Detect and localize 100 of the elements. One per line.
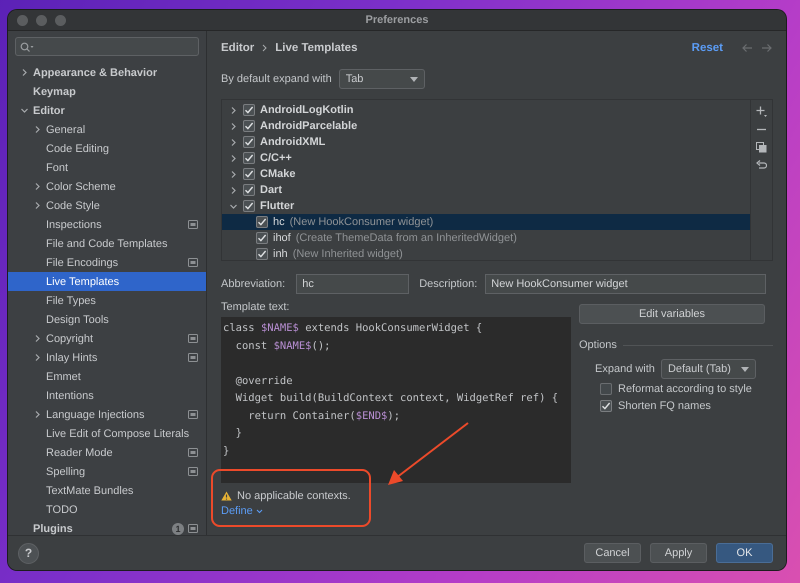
abbreviation-field[interactable]: hc bbox=[296, 274, 410, 294]
window-control-icon bbox=[17, 15, 28, 26]
checkbox[interactable] bbox=[256, 232, 268, 244]
template-abbreviation: inh bbox=[273, 248, 288, 260]
sidebar-item[interactable]: Copyright bbox=[8, 329, 206, 348]
sidebar-item[interactable]: File and Code Templates bbox=[8, 234, 206, 253]
breadcrumb-link[interactable]: Editor bbox=[221, 42, 254, 54]
template-row[interactable]: ihof (Create ThemeData from an InheritedWidget) bbox=[222, 230, 750, 246]
sidebar-item[interactable]: Keymap bbox=[8, 82, 206, 101]
chevron-right-icon bbox=[33, 410, 42, 419]
chevron-right-icon bbox=[33, 182, 42, 191]
sidebar-item[interactable]: Appearance & Behavior bbox=[8, 63, 206, 82]
checkbox[interactable] bbox=[256, 216, 268, 228]
template-group-name: CMake bbox=[260, 168, 296, 180]
sidebar-item[interactable]: Live Templates bbox=[8, 272, 206, 291]
sidebar-item[interactable]: Color Scheme bbox=[8, 177, 206, 196]
reset-link[interactable]: Reset bbox=[692, 42, 723, 54]
template-group-row[interactable]: AndroidParcelable bbox=[222, 118, 750, 134]
sidebar-item[interactable]: Code Editing bbox=[8, 139, 206, 158]
description-field[interactable]: New HookConsumer widget bbox=[485, 274, 766, 294]
window-control-icon bbox=[55, 15, 66, 26]
warning-message: No applicable contexts. bbox=[237, 490, 351, 502]
sidebar-item[interactable]: File Types bbox=[8, 291, 206, 310]
window-title: Preferences bbox=[366, 14, 428, 26]
field-label: Description: bbox=[419, 278, 478, 290]
dropdown-arrow-icon bbox=[740, 366, 749, 372]
section-title: Options bbox=[579, 339, 617, 351]
checkbox[interactable] bbox=[243, 104, 255, 116]
sidebar-item[interactable]: Design Tools bbox=[8, 310, 206, 329]
template-description: (New Inherited widget) bbox=[292, 248, 403, 260]
expand-key-dropdown[interactable]: Tab bbox=[338, 69, 425, 89]
checkbox[interactable] bbox=[600, 400, 612, 412]
template-abbreviation: ihof bbox=[273, 232, 291, 244]
checkbox-label: Reformat according to style bbox=[618, 383, 752, 395]
field-label: Abbreviation: bbox=[221, 278, 286, 290]
field-label: Template text: bbox=[221, 301, 290, 313]
sidebar-item[interactable]: General bbox=[8, 120, 206, 139]
checkbox[interactable] bbox=[243, 184, 255, 196]
template-text-editor[interactable]: class $NAME$ extends HookConsumerWidget { const $NAME$(); @override Widget build(BuildContext context, WidgetRef ref) { return Container($END$); } } bbox=[221, 317, 571, 483]
field-label: Expand with bbox=[595, 363, 655, 375]
window-control-icon bbox=[36, 15, 47, 26]
undo-icon[interactable] bbox=[756, 160, 767, 171]
template-row[interactable]: inh (New Inherited widget) bbox=[222, 246, 750, 260]
chevron-right-icon bbox=[33, 353, 42, 362]
copy-icon[interactable] bbox=[756, 142, 767, 153]
template-group-row[interactable]: Dart bbox=[222, 182, 750, 198]
search-field[interactable] bbox=[15, 37, 199, 56]
chevron-right-icon bbox=[20, 68, 29, 77]
checkbox-label: Shorten FQ names bbox=[618, 400, 711, 412]
checkbox[interactable] bbox=[243, 152, 255, 164]
chevron-down-icon bbox=[256, 508, 263, 514]
sidebar-item[interactable]: Spelling bbox=[8, 462, 206, 481]
expand-with-dropdown[interactable]: Default (Tab) bbox=[660, 359, 756, 379]
sidebar-item[interactable]: Code Style bbox=[8, 196, 206, 215]
edit-variables-button[interactable]: Edit variables bbox=[579, 304, 765, 324]
sidebar-item[interactable]: Plugins 1 bbox=[8, 519, 206, 535]
template-description: (Create ThemeData from an InheritedWidget) bbox=[296, 232, 517, 244]
checkbox[interactable] bbox=[600, 383, 612, 395]
checkbox[interactable] bbox=[243, 120, 255, 132]
template-group-name: Dart bbox=[260, 184, 282, 196]
sidebar-item[interactable]: Language Injections bbox=[8, 405, 206, 424]
sidebar-item[interactable]: Editor bbox=[8, 101, 206, 120]
template-group-row[interactable]: AndroidLogKotlin bbox=[222, 102, 750, 118]
sidebar-item[interactable]: TextMate Bundles bbox=[8, 481, 206, 500]
add-icon[interactable] bbox=[756, 106, 767, 117]
template-group-name: AndroidXML bbox=[260, 136, 326, 148]
help-button[interactable]: ? bbox=[18, 542, 39, 564]
template-group-row[interactable]: AndroidXML bbox=[222, 134, 750, 150]
checkbox[interactable] bbox=[243, 136, 255, 148]
chevron-right-icon bbox=[33, 201, 42, 210]
checkbox[interactable] bbox=[256, 248, 268, 260]
sidebar-item[interactable]: Live Edit of Compose Literals bbox=[8, 424, 206, 443]
template-group-row[interactable]: C/C++ bbox=[222, 150, 750, 166]
search-icon bbox=[20, 42, 34, 52]
sidebar-item[interactable]: File Encodings bbox=[8, 253, 206, 272]
template-row[interactable]: hc (New HookConsumer widget) bbox=[222, 214, 750, 230]
template-group-name: AndroidParcelable bbox=[260, 120, 358, 132]
dialog-button[interactable]: Cancel bbox=[584, 543, 641, 563]
checkbox[interactable] bbox=[243, 168, 255, 180]
sidebar-item[interactable]: Inspections bbox=[8, 215, 206, 234]
sidebar-item[interactable]: TODO bbox=[8, 500, 206, 519]
warning-icon bbox=[221, 491, 232, 501]
sidebar-item[interactable]: Intentions bbox=[8, 386, 206, 405]
breadcrumb-separator-icon bbox=[262, 44, 268, 52]
count-badge: 1 bbox=[172, 522, 184, 534]
template-abbreviation: hc bbox=[273, 216, 285, 228]
define-link[interactable]: Define bbox=[221, 505, 263, 517]
template-group-row[interactable]: Flutter bbox=[222, 198, 750, 214]
chevron-right-icon bbox=[33, 125, 42, 134]
sidebar-item[interactable]: Inlay Hints bbox=[8, 348, 206, 367]
dialog-button[interactable]: Apply bbox=[650, 543, 707, 563]
sidebar-item[interactable]: Font bbox=[8, 158, 206, 177]
template-description: (New HookConsumer widget) bbox=[290, 216, 434, 228]
checkbox[interactable] bbox=[243, 200, 255, 212]
field-label: By default expand with bbox=[221, 73, 332, 85]
template-group-row[interactable]: CMake bbox=[222, 166, 750, 182]
sidebar-item[interactable]: Emmet bbox=[8, 367, 206, 386]
sidebar-item[interactable]: Reader Mode bbox=[8, 443, 206, 462]
chevron-down-icon bbox=[20, 106, 29, 115]
dialog-button[interactable]: OK bbox=[716, 543, 773, 563]
